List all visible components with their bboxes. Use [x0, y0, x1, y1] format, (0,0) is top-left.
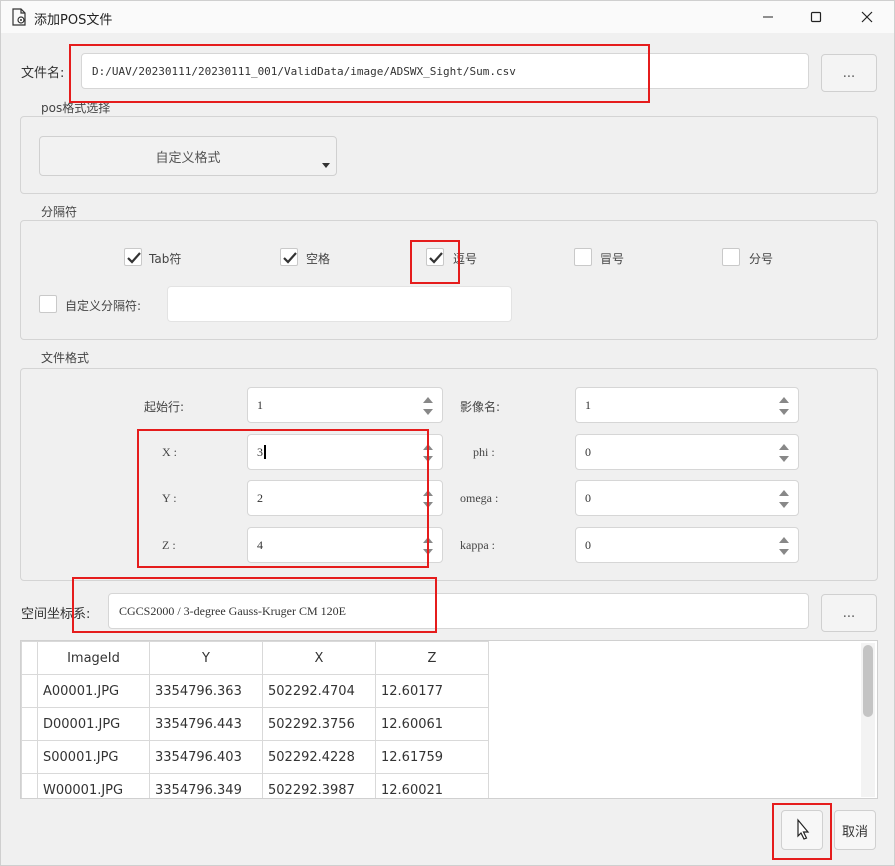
omega-column-label: omega :	[460, 491, 499, 505]
spin-arrows-icon	[779, 537, 789, 555]
highlight-xyz-columns	[137, 429, 429, 568]
custom-separator-checkbox[interactable]	[39, 295, 57, 313]
cell-y[interactable]: 3354796.403	[149, 740, 263, 774]
maximize-button[interactable]	[792, 1, 840, 33]
browse-crs-button[interactable]: ...	[821, 594, 877, 632]
kappa-column-value: 0	[585, 537, 591, 552]
minimize-icon	[763, 16, 773, 18]
space-separator-checkbox[interactable]	[280, 248, 298, 266]
omega-column-value: 0	[585, 490, 591, 505]
table-row[interactable]: W00001.JPG 3354796.349 502292.3987 12.60…	[21, 773, 489, 798]
tab-separator-checkbox[interactable]	[124, 248, 142, 266]
file-settings-icon	[12, 8, 26, 26]
custom-separator-label: 自定义分隔符:	[65, 299, 142, 313]
pos-preview-table: ImageId Y X Z A00001.JPG 3354796.363 502…	[20, 640, 878, 799]
row-header[interactable]	[21, 740, 38, 774]
minimize-button[interactable]	[744, 1, 792, 33]
pos-format-select[interactable]: 自定义格式	[39, 136, 337, 176]
row-header[interactable]	[21, 773, 38, 798]
image-name-spinbox[interactable]: 1	[575, 387, 799, 423]
phi-column-value: 0	[585, 444, 591, 459]
cell-x[interactable]: 502292.4704	[262, 674, 376, 708]
row-header-corner	[21, 641, 38, 675]
highlight-comma-checkbox	[410, 240, 460, 284]
cell-y[interactable]: 3354796.443	[149, 707, 263, 741]
row-header[interactable]	[21, 674, 38, 708]
colon-separator-checkbox[interactable]	[574, 248, 592, 266]
semicolon-separator-checkbox[interactable]	[722, 248, 740, 266]
file-name-label: 文件名:	[21, 66, 65, 81]
image-name-label: 影像名:	[460, 400, 501, 414]
dropdown-arrow-icon	[322, 163, 330, 168]
custom-separator-input[interactable]	[167, 286, 512, 322]
spin-arrows-icon	[779, 444, 789, 462]
window-title: 添加POS文件	[34, 13, 113, 28]
image-name-value: 1	[585, 397, 591, 412]
start-row-label: 起始行:	[144, 400, 185, 414]
cancel-button[interactable]: 取消	[834, 810, 876, 850]
table-row[interactable]: D00001.JPG 3354796.443 502292.3756 12.60…	[21, 707, 489, 741]
close-button[interactable]	[843, 1, 891, 33]
kappa-column-spinbox[interactable]: 0	[575, 527, 799, 563]
checkmark-icon	[127, 252, 141, 264]
spin-arrows-icon	[779, 490, 789, 508]
column-header-imageid[interactable]: ImageId	[37, 641, 150, 675]
spin-arrows-icon	[779, 397, 789, 415]
pos-format-value: 自定义格式	[155, 150, 221, 166]
highlight-file-path	[69, 44, 650, 103]
start-row-value: 1	[257, 397, 263, 412]
spin-arrows-icon	[423, 397, 433, 415]
tab-separator-label: Tab符	[149, 252, 182, 266]
table-header-row: ImageId Y X Z	[21, 641, 489, 675]
column-header-z[interactable]: Z	[375, 641, 489, 675]
cell-y[interactable]: 3354796.363	[149, 674, 263, 708]
column-header-x[interactable]: X	[262, 641, 376, 675]
cell-z[interactable]: 12.60177	[375, 674, 489, 708]
colon-separator-label: 冒号	[600, 252, 625, 266]
add-pos-dialog: 添加POS文件 文件名: D:/UAV/20230111/20230111_00…	[0, 0, 895, 866]
highlight-ok-button	[772, 803, 832, 860]
table-vertical-scrollbar[interactable]	[861, 643, 875, 797]
row-header[interactable]	[21, 707, 38, 741]
cell-imageid[interactable]: A00001.JPG	[37, 674, 150, 708]
cell-x[interactable]: 502292.4228	[262, 740, 376, 774]
omega-column-spinbox[interactable]: 0	[575, 480, 799, 516]
browse-file-button[interactable]: ...	[821, 54, 877, 92]
cell-imageid[interactable]: W00001.JPG	[37, 773, 150, 798]
cell-x[interactable]: 502292.3987	[262, 773, 376, 798]
column-header-y[interactable]: Y	[149, 641, 263, 675]
separator-group-label: 分隔符	[39, 203, 80, 220]
cell-z[interactable]: 12.60061	[375, 707, 489, 741]
file-format-group-label: 文件格式	[39, 349, 92, 366]
title-bar: 添加POS文件	[1, 1, 894, 33]
cell-z[interactable]: 12.60021	[375, 773, 489, 798]
phi-column-spinbox[interactable]: 0	[575, 434, 799, 470]
close-icon	[861, 11, 873, 23]
scrollbar-thumb[interactable]	[863, 645, 873, 717]
cell-y[interactable]: 3354796.349	[149, 773, 263, 798]
phi-column-label: phi :	[473, 445, 495, 459]
cell-x[interactable]: 502292.3756	[262, 707, 376, 741]
highlight-crs	[72, 577, 437, 633]
cell-imageid[interactable]: S00001.JPG	[37, 740, 150, 774]
table-row[interactable]: A00001.JPG 3354796.363 502292.4704 12.60…	[21, 674, 489, 708]
space-separator-label: 空格	[306, 252, 331, 266]
semicolon-separator-label: 分号	[749, 252, 774, 266]
table-row[interactable]: S00001.JPG 3354796.403 502292.4228 12.61…	[21, 740, 489, 774]
maximize-icon	[810, 11, 822, 23]
checkmark-icon	[283, 252, 297, 264]
kappa-column-label: kappa :	[460, 538, 495, 552]
cell-imageid[interactable]: D00001.JPG	[37, 707, 150, 741]
cell-z[interactable]: 12.61759	[375, 740, 489, 774]
start-row-spinbox[interactable]: 1	[247, 387, 443, 423]
